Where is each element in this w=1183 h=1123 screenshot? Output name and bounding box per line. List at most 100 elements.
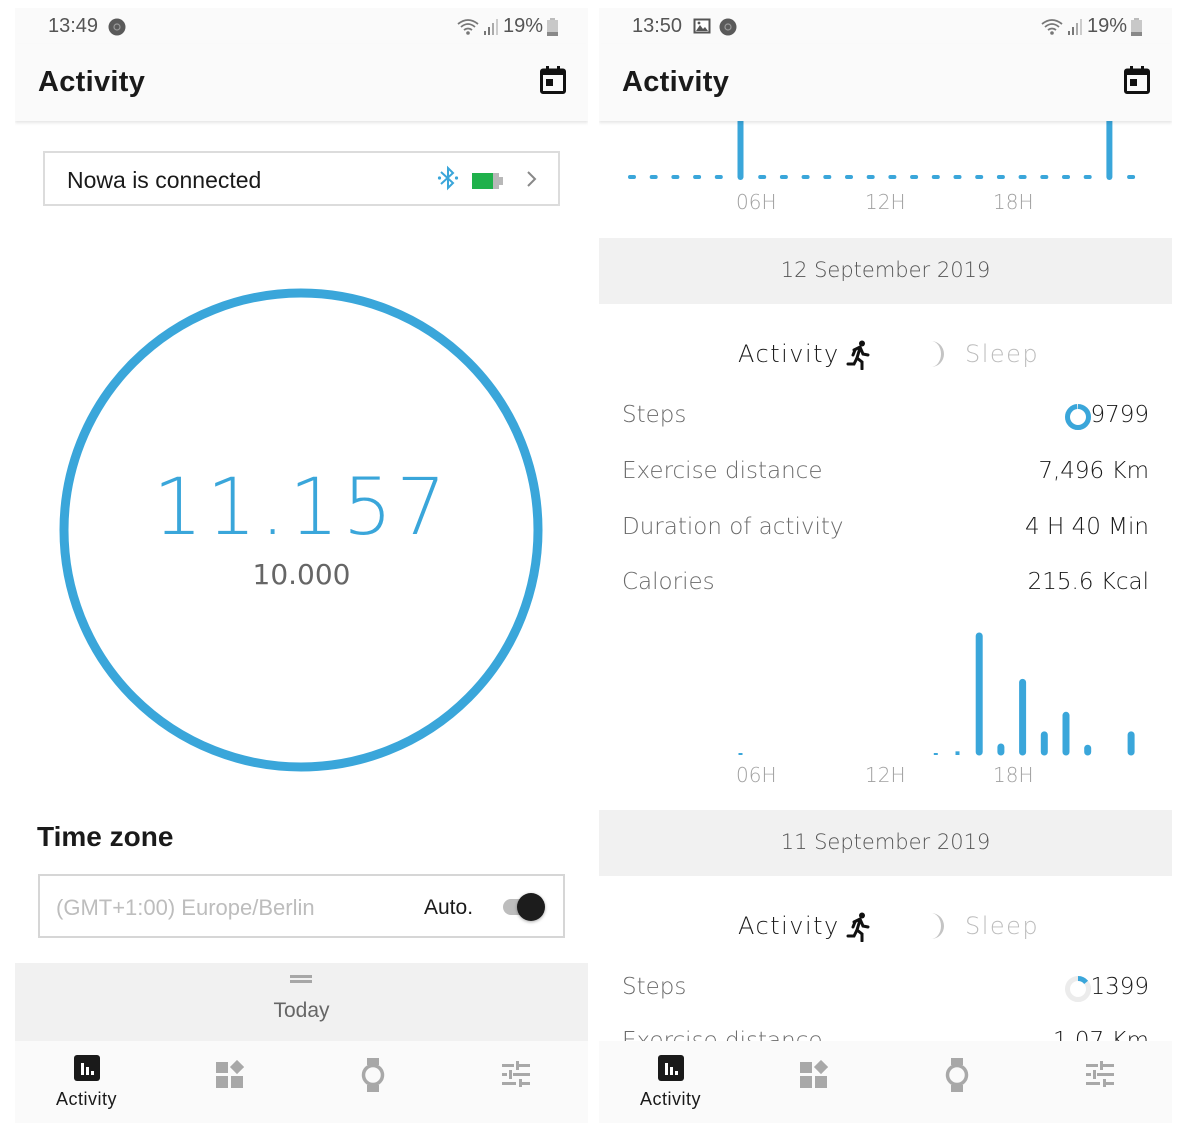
- nav-item-widgets[interactable]: [742, 1041, 885, 1123]
- today-label: Today: [273, 999, 330, 1022]
- sleep-baseline-dash: [975, 175, 984, 179]
- tab-sleep-label: Sleep: [965, 912, 1040, 940]
- nav-label-activity: Activity: [55, 1089, 117, 1109]
- steps-value: 11.157: [153, 463, 450, 553]
- notification-dot-icon: [719, 18, 737, 41]
- tab-activity-label: Activity: [738, 340, 840, 368]
- activity-sleep-tabs: Activity Sleep: [599, 340, 1172, 380]
- moon-icon: [927, 913, 949, 946]
- left-screen: 13:49 19% Activity Nowa is connected 11.…: [15, 8, 588, 1123]
- sleep-baseline-dash: [845, 175, 853, 179]
- date-label: 12 September 2019: [780, 258, 991, 282]
- x-tick-label: 18H: [993, 190, 1034, 214]
- settings-sliders-icon: [1085, 1061, 1114, 1092]
- sleep-baseline-dash: [931, 175, 940, 179]
- nav-item-settings[interactable]: [1028, 1041, 1171, 1123]
- settings-sliders-icon: [501, 1061, 530, 1092]
- calendar-today-icon[interactable]: [540, 66, 566, 94]
- stat-value: 1399: [1090, 974, 1149, 1000]
- tab-sleep-label: Sleep: [965, 340, 1040, 368]
- stat-value: 4 H 40 Min: [1025, 514, 1149, 540]
- sleep-baseline-dash: [888, 175, 897, 179]
- nav-item-settings[interactable]: [444, 1041, 587, 1123]
- date-label: 11 September 2019: [780, 830, 991, 854]
- nav-item-watch[interactable]: [301, 1041, 444, 1123]
- date-header: 11 September 2019: [599, 810, 1172, 876]
- nav-label-activity: Activity: [639, 1089, 701, 1109]
- running-person-icon: [846, 912, 872, 948]
- time-zone-field[interactable]: (GMT+1:00) Europe/Berlin Auto.: [38, 874, 565, 938]
- battery-percent: 19%: [502, 15, 543, 37]
- stat-row-exercise-distance: Exercise distance 7,496 Km: [599, 458, 1172, 498]
- app-bar: Activity: [599, 44, 1172, 121]
- widgets-icon: [799, 1059, 828, 1093]
- signal-icon: [483, 18, 498, 35]
- activity-chart-plot: [738, 632, 1135, 756]
- connection-status-label: Nowa is connected: [67, 167, 262, 193]
- steps-mini-ring: [1064, 403, 1092, 436]
- activity-chart: 06H 12H 18H: [599, 618, 1172, 798]
- watch-battery-icon: [472, 173, 504, 194]
- sleep-baseline-dash: [649, 175, 658, 179]
- sleep-baseline-dash: [801, 175, 810, 179]
- nav-item-activity[interactable]: Activity: [599, 1041, 742, 1123]
- tab-activity[interactable]: Activity: [738, 912, 870, 943]
- calendar-today-icon[interactable]: [1124, 66, 1150, 94]
- sleep-baseline-dash: [823, 175, 832, 179]
- x-tick-label: 12H: [865, 190, 906, 214]
- toggle-knob: [517, 893, 545, 921]
- wifi-icon: [1041, 18, 1063, 35]
- sleep-baseline-dash: [866, 175, 875, 179]
- status-bar: 13:49 19%: [15, 8, 588, 44]
- stat-row-steps: Steps 1399: [599, 974, 1172, 1014]
- watch-icon: [945, 1058, 969, 1097]
- nav-item-watch[interactable]: [885, 1041, 1028, 1123]
- auto-time-zone-toggle[interactable]: [501, 893, 547, 921]
- sleep-baseline-dash: [953, 175, 962, 179]
- drag-handle-icon[interactable]: [290, 975, 312, 983]
- right-screen: 13:50 19% Activity 06H 12H 18H 12 Septem…: [599, 8, 1172, 1123]
- sleep-baseline-dash: [1018, 175, 1027, 179]
- status-bar: 13:50 19%: [599, 8, 1172, 44]
- status-right-icons: 19%: [1041, 15, 1142, 38]
- tab-activity-label: Activity: [738, 912, 840, 940]
- running-person-icon: [846, 340, 872, 376]
- device-connection-row[interactable]: Nowa is connected: [43, 151, 560, 206]
- sleep-baseline-dash: [1083, 175, 1092, 179]
- ring-progress: [1065, 404, 1091, 430]
- steps-goal: 10.000: [252, 558, 351, 591]
- nav-item-activity[interactable]: Activity: [15, 1041, 158, 1123]
- stat-row-calories: Calories 215.6 Kcal: [599, 569, 1172, 609]
- status-right-icons: 19%: [457, 15, 558, 38]
- battery-icon: [547, 17, 558, 36]
- date-header: 12 September 2019: [599, 238, 1172, 304]
- x-tick-label: 06H: [736, 763, 777, 787]
- sleep-baseline-dash: [910, 175, 919, 179]
- sleep-baseline-dash: [996, 175, 1005, 179]
- stat-label: Steps: [622, 974, 687, 1000]
- sleep-baseline-dash: [671, 175, 680, 179]
- image-icon: [693, 18, 711, 39]
- tab-activity[interactable]: Activity: [738, 340, 870, 371]
- sleep-baseline-dash: [1127, 175, 1136, 179]
- nav-item-widgets[interactable]: [158, 1041, 301, 1123]
- time-zone-title: Time zone: [37, 821, 174, 852]
- widgets-icon: [215, 1059, 244, 1093]
- watch-icon: [361, 1058, 385, 1097]
- activity-chart-icon: [73, 1055, 100, 1086]
- sleep-chart: 06H 12H 18H: [599, 108, 1172, 228]
- sleep-baseline-dash: [1040, 175, 1049, 179]
- tab-sleep[interactable]: Sleep: [927, 340, 1038, 374]
- activity-sleep-tabs: Activity Sleep: [599, 912, 1172, 952]
- battery-icon: [1131, 17, 1142, 36]
- tab-sleep[interactable]: Sleep: [927, 912, 1038, 946]
- bottom-nav: Activity: [599, 1041, 1172, 1123]
- sleep-baseline-dash: [714, 175, 723, 179]
- daily-steps-ring: 11.157 10.000: [15, 268, 588, 778]
- stat-value: 7,496 Km: [1038, 458, 1149, 484]
- page-title: Activity: [622, 66, 730, 98]
- stat-label: Duration of activity: [622, 514, 844, 540]
- today-drawer-handle[interactable]: Today: [15, 963, 588, 1041]
- bottom-nav: Activity: [15, 1041, 588, 1123]
- signal-icon: [1067, 18, 1082, 35]
